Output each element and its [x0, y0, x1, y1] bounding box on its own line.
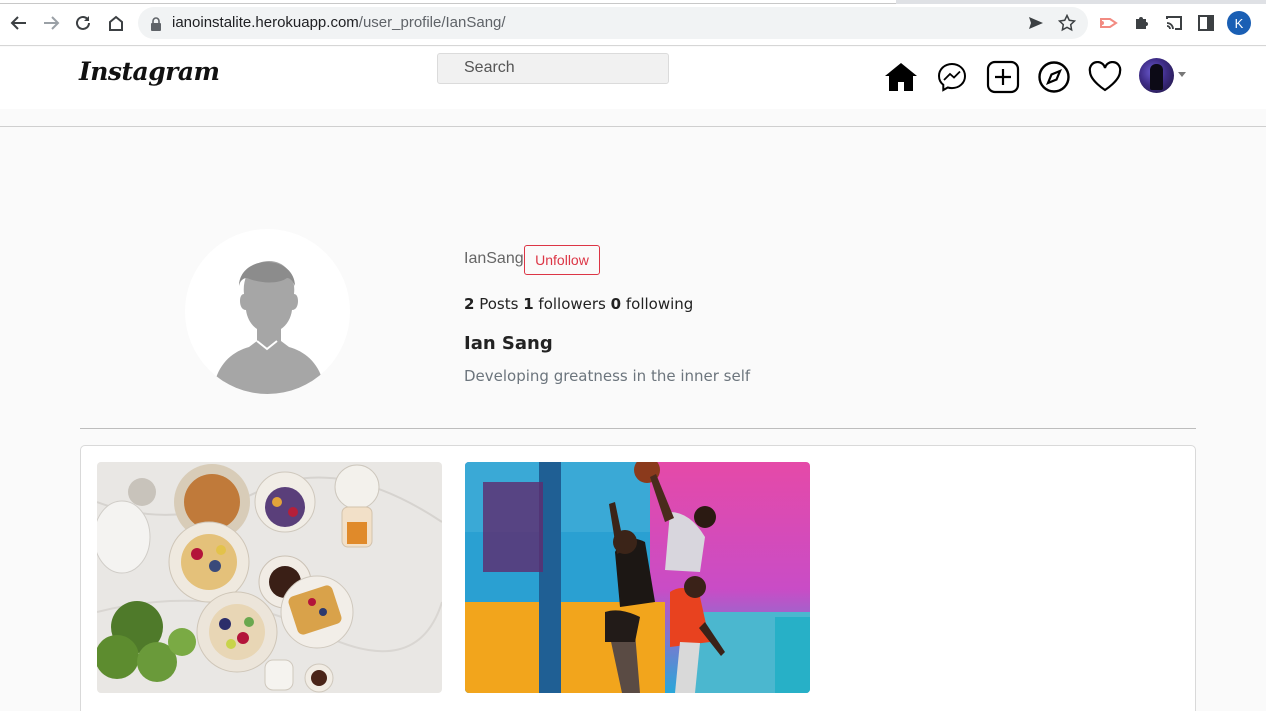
followers-label[interactable]: followers — [538, 295, 605, 313]
browser-toolbar: ianoinstalite.herokuapp.com/user_profile… — [0, 0, 1266, 46]
home-icon[interactable] — [883, 59, 919, 95]
cast-icon[interactable] — [1163, 12, 1185, 34]
basketball-image — [465, 462, 810, 693]
tab-strip — [0, 0, 1266, 4]
extension-record-icon[interactable] — [1098, 12, 1120, 34]
browser-profile-avatar[interactable]: K — [1227, 11, 1251, 35]
profile-avatar — [185, 229, 350, 394]
messenger-icon[interactable] — [934, 59, 970, 95]
search-input[interactable]: Search — [437, 53, 669, 84]
forward-icon[interactable] — [38, 10, 64, 36]
post-thumbnail-basketball[interactable] — [465, 462, 810, 693]
puzzle-extensions-icon[interactable] — [1131, 12, 1153, 34]
default-user-icon — [213, 261, 325, 394]
profile-bio: Developing greatness in the inner self — [464, 367, 751, 385]
heart-icon[interactable] — [1087, 59, 1123, 95]
user-avatar[interactable] — [1139, 58, 1174, 93]
posts-label: Posts — [479, 295, 519, 313]
back-icon[interactable] — [6, 10, 32, 36]
instagram-logo[interactable]: Instagram — [79, 57, 220, 86]
profile-stats: 2 Posts 1 followers 0 following — [464, 295, 693, 313]
following-count: 0 — [610, 295, 622, 313]
profile-divider — [80, 428, 1196, 429]
explore-icon[interactable] — [1036, 59, 1072, 95]
side-panel-icon[interactable] — [1195, 12, 1217, 34]
home-browser-icon[interactable] — [103, 10, 129, 36]
posts-grid — [80, 445, 1196, 711]
app-header: Instagram Search — [0, 47, 1266, 109]
url-text: ianoinstalite.herokuapp.com/user_profile… — [172, 14, 506, 31]
profile-full-name: Ian Sang — [464, 333, 553, 354]
followers-count: 1 — [523, 295, 534, 313]
profile-username: IanSang — [464, 250, 524, 267]
following-label[interactable]: following — [626, 295, 693, 313]
header-divider — [0, 126, 1266, 127]
post-thumbnail-breakfast[interactable] — [97, 462, 442, 693]
avatar-figure — [1150, 64, 1163, 90]
reload-icon[interactable] — [70, 10, 96, 36]
posts-count: 2 — [464, 295, 475, 313]
chevron-down-icon[interactable] — [1178, 72, 1186, 77]
address-bar[interactable]: ianoinstalite.herokuapp.com/user_profile… — [138, 7, 1088, 39]
add-post-icon[interactable] — [985, 59, 1021, 95]
lock-icon — [150, 16, 162, 35]
unfollow-button[interactable]: Unfollow — [524, 245, 600, 275]
url-host: ianoinstalite.herokuapp.com — [172, 14, 359, 31]
active-tab[interactable] — [0, 0, 896, 4]
url-path: /user_profile/IanSang/ — [358, 14, 506, 31]
send-icon[interactable] — [1028, 15, 1044, 35]
bookmark-star-icon[interactable] — [1057, 13, 1077, 36]
breakfast-image — [97, 462, 442, 693]
